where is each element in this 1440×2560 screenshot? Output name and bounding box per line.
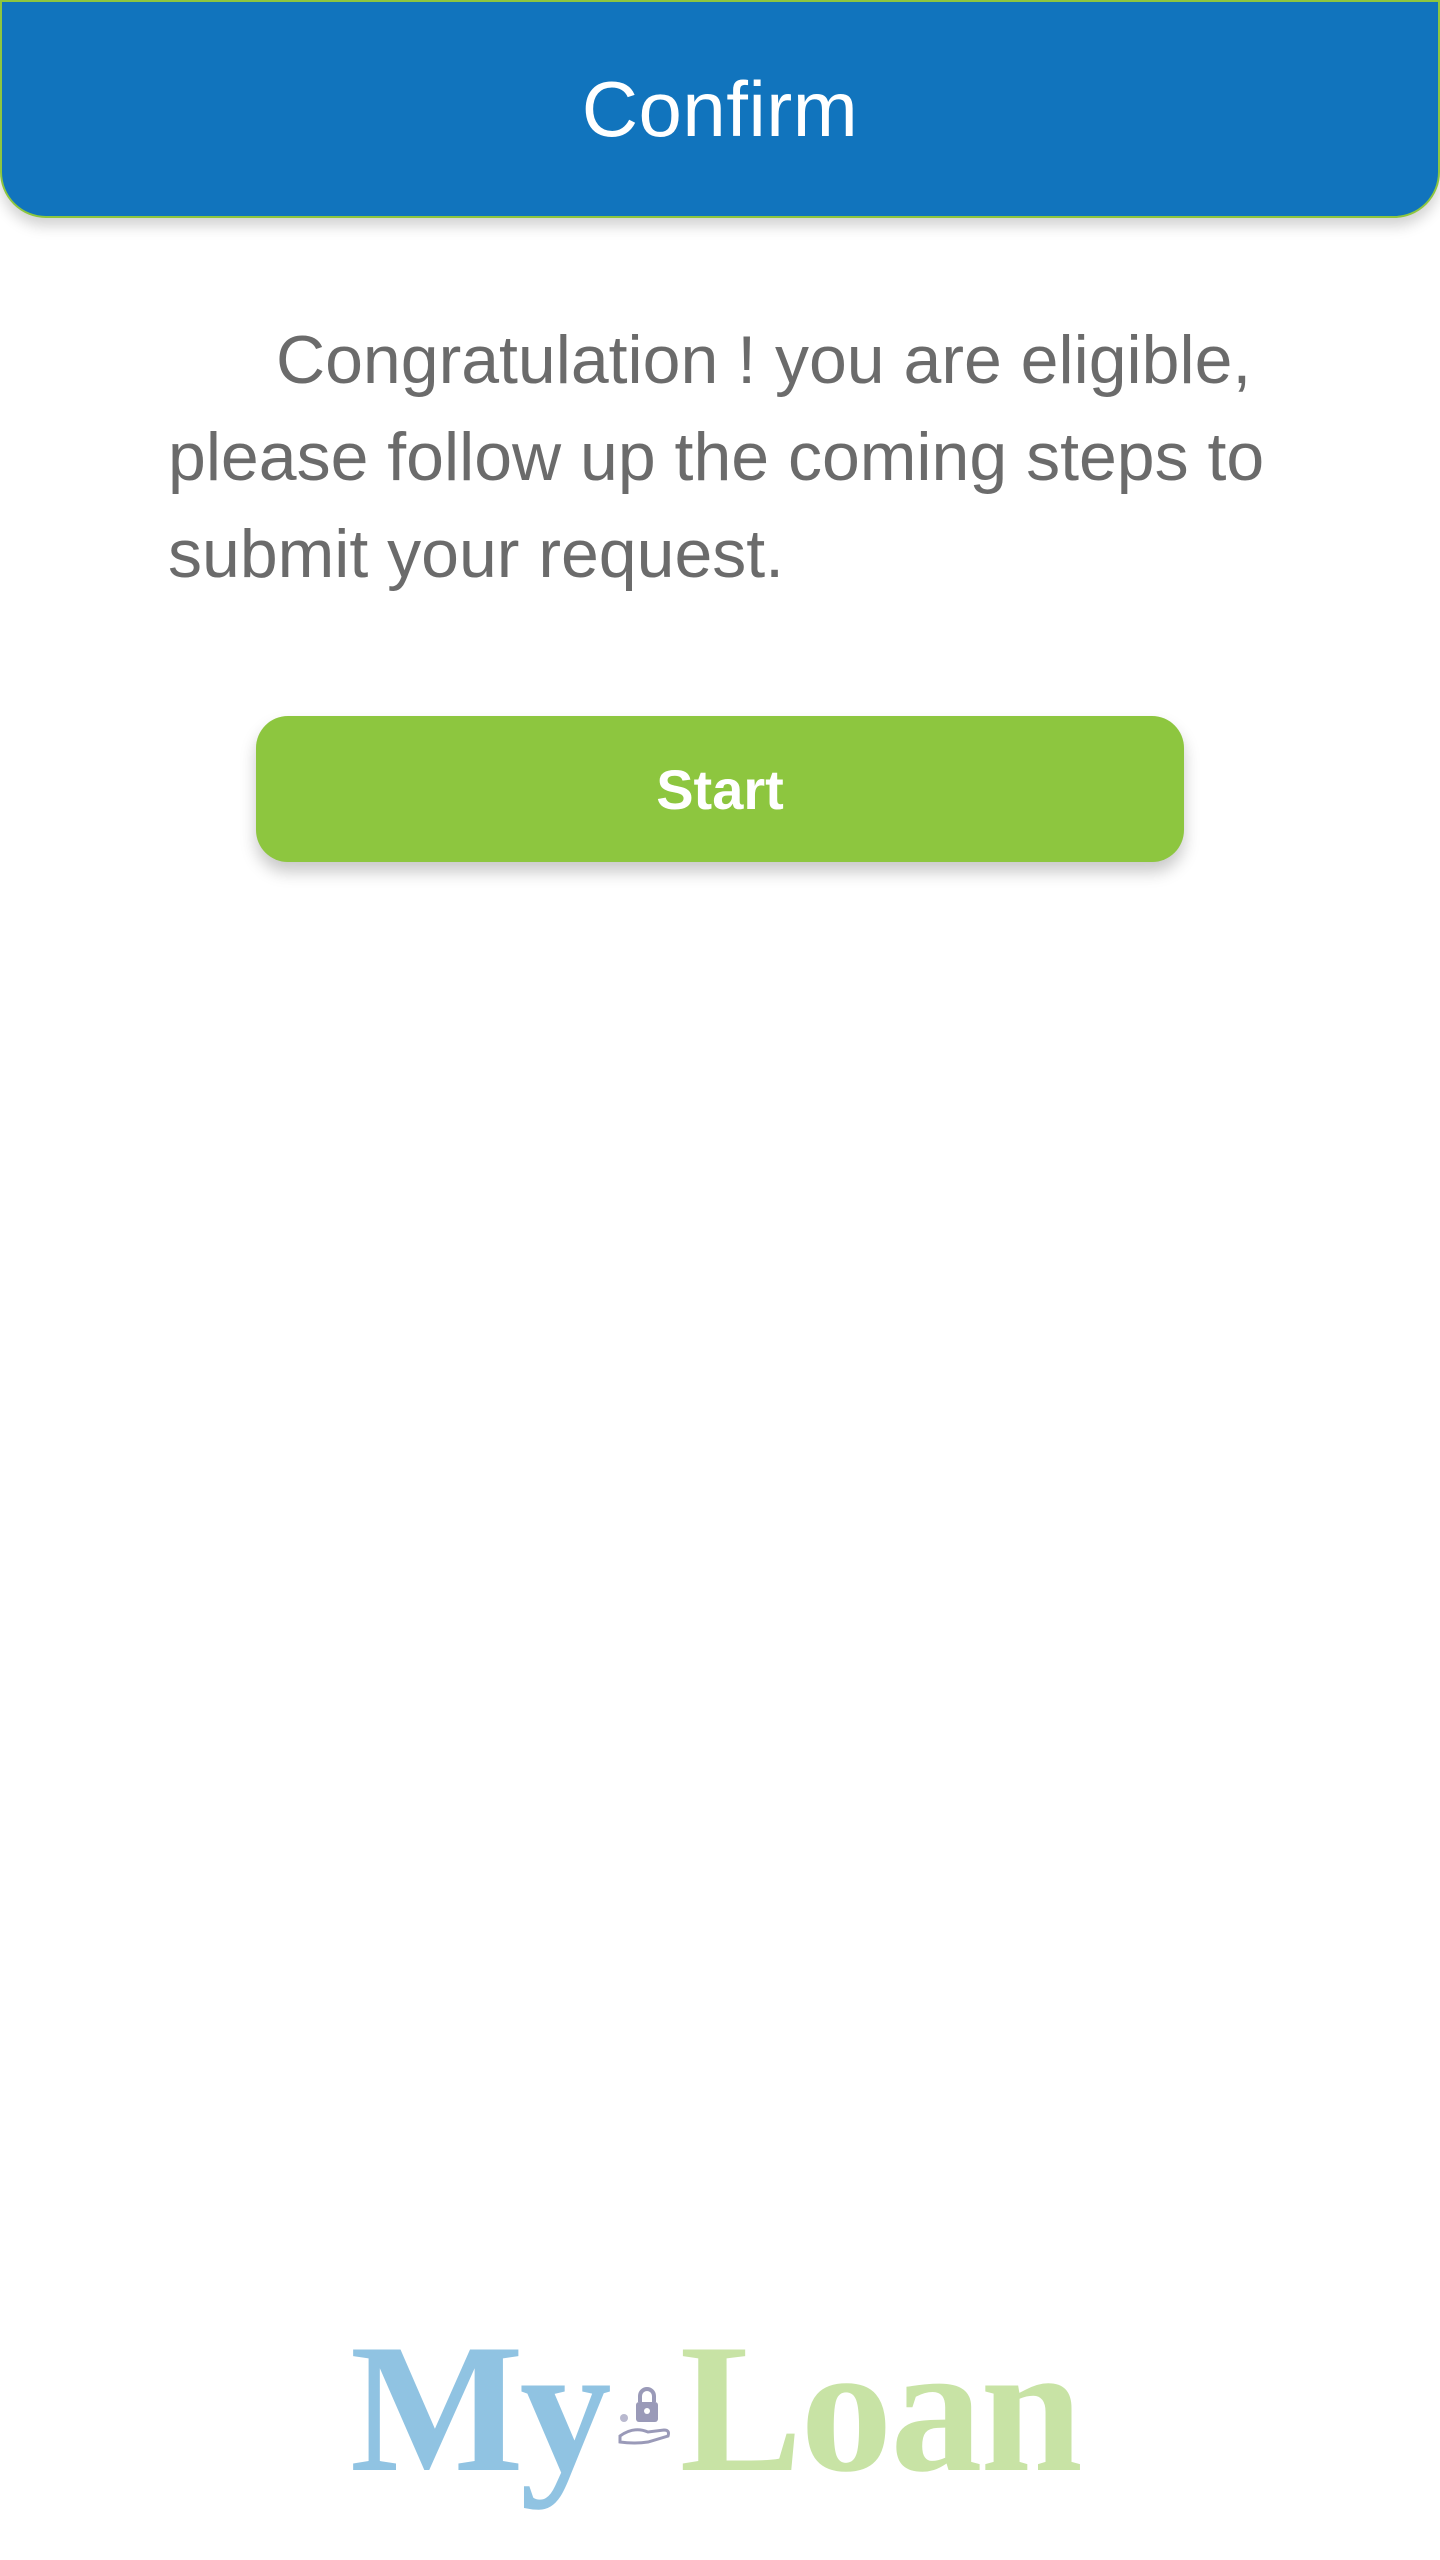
hand-lock-icon: [614, 2380, 674, 2460]
header-bar: Confirm: [0, 0, 1440, 218]
my-loan-logo: My Loan: [350, 2300, 1100, 2500]
eligibility-message: Congratulation ! you are eligible, pleas…: [168, 322, 1265, 592]
page-title: Confirm: [581, 64, 859, 153]
logo-text-loan: Loan: [679, 2306, 1083, 2510]
start-button[interactable]: Start: [256, 716, 1184, 862]
logo-text-my: My: [350, 2306, 612, 2510]
